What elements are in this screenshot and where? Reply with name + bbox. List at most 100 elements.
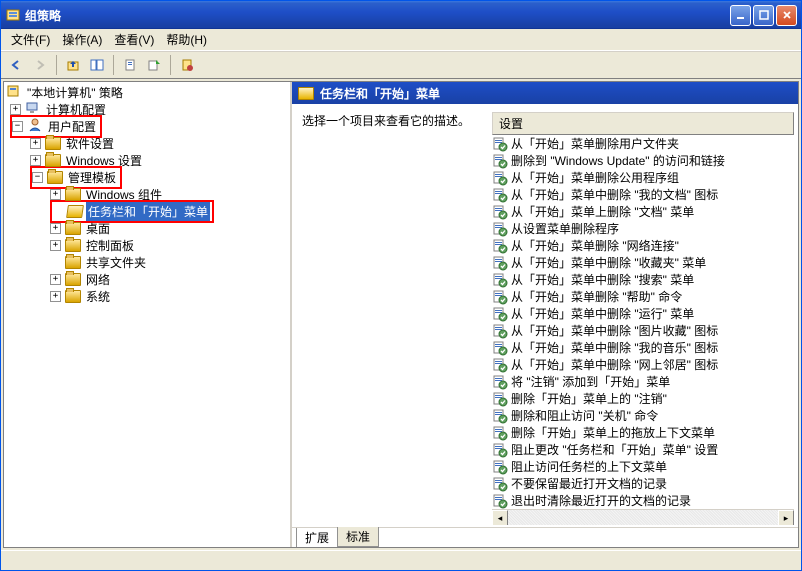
setting-label: 从「开始」菜单中删除 "搜索" 菜单	[511, 271, 694, 288]
setting-item[interactable]: 从「开始」菜单中删除 "网上邻居" 图标	[492, 356, 794, 373]
setting-item[interactable]: 不要保留最近打开文档的记录	[492, 475, 794, 492]
up-button[interactable]	[62, 54, 84, 76]
tree-network[interactable]: + 网络	[6, 271, 288, 288]
setting-item[interactable]: 从「开始」菜单中删除 "我的文档" 图标	[492, 186, 794, 203]
expand-icon[interactable]: +	[50, 189, 61, 200]
setting-item[interactable]: 从「开始」菜单删除公用程序组	[492, 169, 794, 186]
setting-item[interactable]: 阻止更改 "任务栏和「开始」菜单" 设置	[492, 441, 794, 458]
details-pane: 任务栏和「开始」菜单 选择一个项目来查看它的描述。 设置 从「开始」菜单删除用户…	[292, 82, 798, 547]
maximize-button[interactable]	[753, 5, 774, 26]
collapse-icon[interactable]: −	[32, 172, 43, 183]
setting-item[interactable]: 删除和阻止访问 "关机" 命令	[492, 407, 794, 424]
setting-item[interactable]: 删除「开始」菜单上的 "注销"	[492, 390, 794, 407]
folder-icon	[65, 273, 81, 286]
folder-icon	[65, 256, 81, 269]
setting-label: 删除到 "Windows Update" 的访问和链接	[511, 152, 725, 169]
setting-icon	[492, 408, 508, 424]
window-root: 组策略 文件(F) 操作(A) 查看(V) 帮助(H) "本地计算机" 策略	[0, 0, 802, 571]
setting-label: 删除「开始」菜单上的 "注销"	[511, 390, 667, 407]
folder-icon	[65, 222, 81, 235]
setting-label: 将 "注销" 添加到「开始」菜单	[511, 373, 670, 390]
show-hide-tree-button[interactable]	[86, 54, 108, 76]
menubar: 文件(F) 操作(A) 查看(V) 帮助(H)	[1, 29, 801, 51]
tree-windows-settings[interactable]: + Windows 设置	[6, 152, 288, 169]
setting-item[interactable]: 阻止访问任务栏的上下文菜单	[492, 458, 794, 475]
back-button[interactable]	[5, 54, 27, 76]
description-prompt: 选择一个项目来查看它的描述。	[302, 112, 492, 129]
tree-software-settings[interactable]: + 软件设置	[6, 135, 288, 152]
setting-label: 从「开始」菜单删除公用程序组	[511, 169, 679, 186]
setting-item[interactable]: 从设置菜单删除程序	[492, 220, 794, 237]
folder-open-icon	[298, 87, 314, 100]
setting-icon	[492, 221, 508, 237]
minimize-button[interactable]	[730, 5, 751, 26]
tree-shared-folders[interactable]: 共享文件夹	[6, 254, 288, 271]
filter-button[interactable]	[176, 54, 198, 76]
titlebar[interactable]: 组策略	[1, 1, 801, 29]
expand-icon[interactable]: +	[50, 291, 61, 302]
folder-icon	[47, 171, 63, 184]
setting-icon	[492, 459, 508, 475]
setting-item[interactable]: 从「开始」菜单删除用户文件夹	[492, 135, 794, 152]
view-tabs: 扩展 标准	[292, 527, 798, 547]
tree-taskbar-start[interactable]: 任务栏和「开始」菜单	[6, 203, 288, 220]
expand-icon[interactable]: +	[10, 104, 21, 115]
scroll-track[interactable]	[508, 510, 778, 525]
export-button[interactable]	[143, 54, 165, 76]
setting-icon	[492, 153, 508, 169]
menu-action[interactable]: 操作(A)	[56, 29, 108, 50]
setting-item[interactable]: 从「开始」菜单中删除 "收藏夹" 菜单	[492, 254, 794, 271]
column-header-setting[interactable]: 设置	[492, 112, 794, 135]
setting-item[interactable]: 从「开始」菜单中删除 "运行" 菜单	[492, 305, 794, 322]
scroll-left-button[interactable]: ◂	[492, 510, 508, 525]
forward-button[interactable]	[29, 54, 51, 76]
scroll-right-button[interactable]: ▸	[778, 510, 794, 525]
setting-item[interactable]: 从「开始」菜单中删除 "搜索" 菜单	[492, 271, 794, 288]
setting-item[interactable]: 退出时清除最近打开的文档的记录	[492, 492, 794, 509]
tab-standard[interactable]: 标准	[337, 527, 379, 547]
setting-icon	[492, 340, 508, 356]
tree-pane[interactable]: "本地计算机" 策略 + 计算机配置 − 用户配置	[4, 82, 292, 547]
setting-item[interactable]: 从「开始」菜单删除 "网络连接"	[492, 237, 794, 254]
tree-system[interactable]: + 系统	[6, 288, 288, 305]
window-buttons	[730, 5, 797, 26]
policy-tree: "本地计算机" 策略 + 计算机配置 − 用户配置	[6, 84, 288, 305]
tree-root[interactable]: "本地计算机" 策略	[6, 84, 288, 101]
tree-user-config[interactable]: − 用户配置	[6, 118, 288, 135]
horizontal-scrollbar[interactable]: ◂ ▸	[492, 509, 794, 525]
tab-extended[interactable]: 扩展	[296, 528, 338, 548]
expand-icon[interactable]: +	[50, 223, 61, 234]
setting-icon	[492, 391, 508, 407]
setting-label: 从「开始」菜单中删除 "网上邻居" 图标	[511, 356, 718, 373]
expand-icon[interactable]: +	[30, 138, 41, 149]
folder-icon	[45, 137, 61, 150]
setting-item[interactable]: 将 "注销" 添加到「开始」菜单	[492, 373, 794, 390]
tree-admin-templates[interactable]: − 管理模板	[6, 169, 288, 186]
collapse-icon[interactable]: −	[12, 121, 23, 132]
setting-item[interactable]: 从「开始」菜单删除 "帮助" 命令	[492, 288, 794, 305]
expand-icon[interactable]: +	[50, 274, 61, 285]
toolbar-separator	[56, 55, 57, 75]
setting-item[interactable]: 删除到 "Windows Update" 的访问和链接	[492, 152, 794, 169]
setting-item[interactable]: 删除「开始」菜单上的拖放上下文菜单	[492, 424, 794, 441]
setting-item[interactable]: 从「开始」菜单中删除 "图片收藏" 图标	[492, 322, 794, 339]
close-button[interactable]	[776, 5, 797, 26]
setting-label: 从「开始」菜单中删除 "图片收藏" 图标	[511, 322, 718, 339]
setting-label: 阻止更改 "任务栏和「开始」菜单" 设置	[511, 441, 718, 458]
toolbar	[1, 51, 801, 79]
expand-icon[interactable]: +	[30, 155, 41, 166]
expand-icon[interactable]: +	[50, 240, 61, 251]
menu-file[interactable]: 文件(F)	[5, 29, 56, 50]
setting-item[interactable]: 从「开始」菜单中删除 "我的音乐" 图标	[492, 339, 794, 356]
menu-view[interactable]: 查看(V)	[108, 29, 160, 50]
tree-control-panel[interactable]: + 控制面板	[6, 237, 288, 254]
toolbar-separator	[170, 55, 171, 75]
properties-button[interactable]	[119, 54, 141, 76]
settings-list[interactable]: 从「开始」菜单删除用户文件夹删除到 "Windows Update" 的访问和链…	[492, 135, 794, 509]
menu-help[interactable]: 帮助(H)	[160, 29, 213, 50]
details-title: 任务栏和「开始」菜单	[320, 85, 440, 102]
setting-label: 从「开始」菜单上删除 "文档" 菜单	[511, 203, 694, 220]
statusbar	[1, 550, 801, 570]
settings-column: 设置 从「开始」菜单删除用户文件夹删除到 "Windows Update" 的访…	[492, 112, 794, 525]
setting-item[interactable]: 从「开始」菜单上删除 "文档" 菜单	[492, 203, 794, 220]
